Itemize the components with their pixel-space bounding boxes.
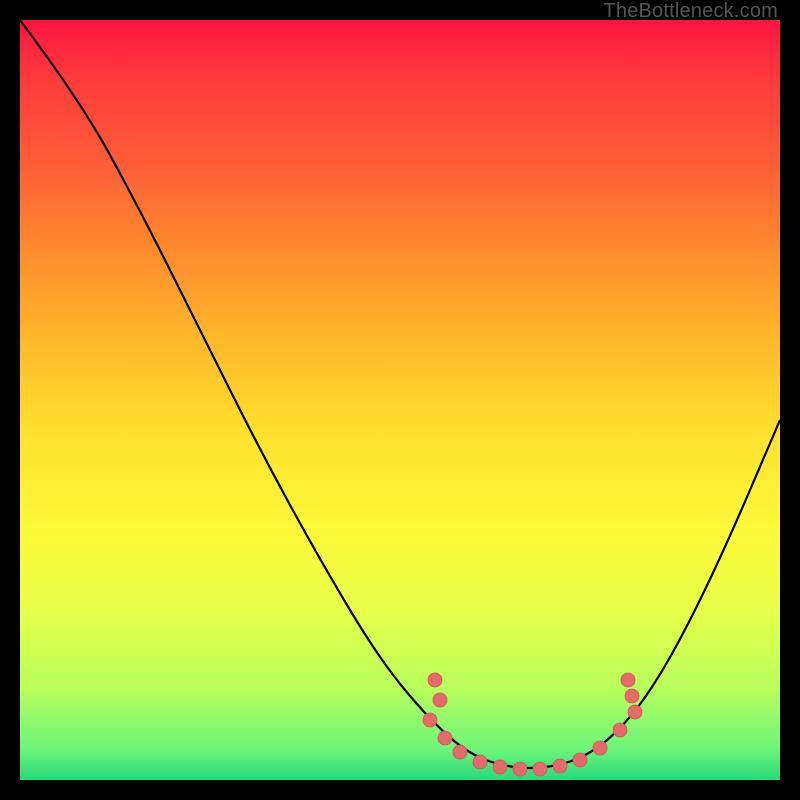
marker-dot bbox=[628, 705, 642, 719]
marker-dot bbox=[473, 755, 487, 769]
marker-dot bbox=[613, 723, 627, 737]
marker-dot bbox=[433, 693, 447, 707]
marker-dot bbox=[621, 673, 635, 687]
marker-dot bbox=[593, 741, 607, 755]
marker-dot bbox=[533, 762, 547, 776]
marker-dot bbox=[438, 731, 452, 745]
bottleneck-curve bbox=[20, 20, 780, 768]
chart-svg bbox=[20, 20, 780, 780]
marker-dot bbox=[428, 673, 442, 687]
marker-dot bbox=[493, 760, 507, 774]
marker-group bbox=[423, 673, 642, 776]
marker-dot bbox=[573, 753, 587, 767]
marker-dot bbox=[625, 689, 639, 703]
marker-dot bbox=[423, 713, 437, 727]
marker-dot bbox=[513, 762, 527, 776]
marker-dot bbox=[553, 759, 567, 773]
marker-dot bbox=[453, 745, 467, 759]
chart-frame: TheBottleneck.com bbox=[0, 0, 800, 800]
